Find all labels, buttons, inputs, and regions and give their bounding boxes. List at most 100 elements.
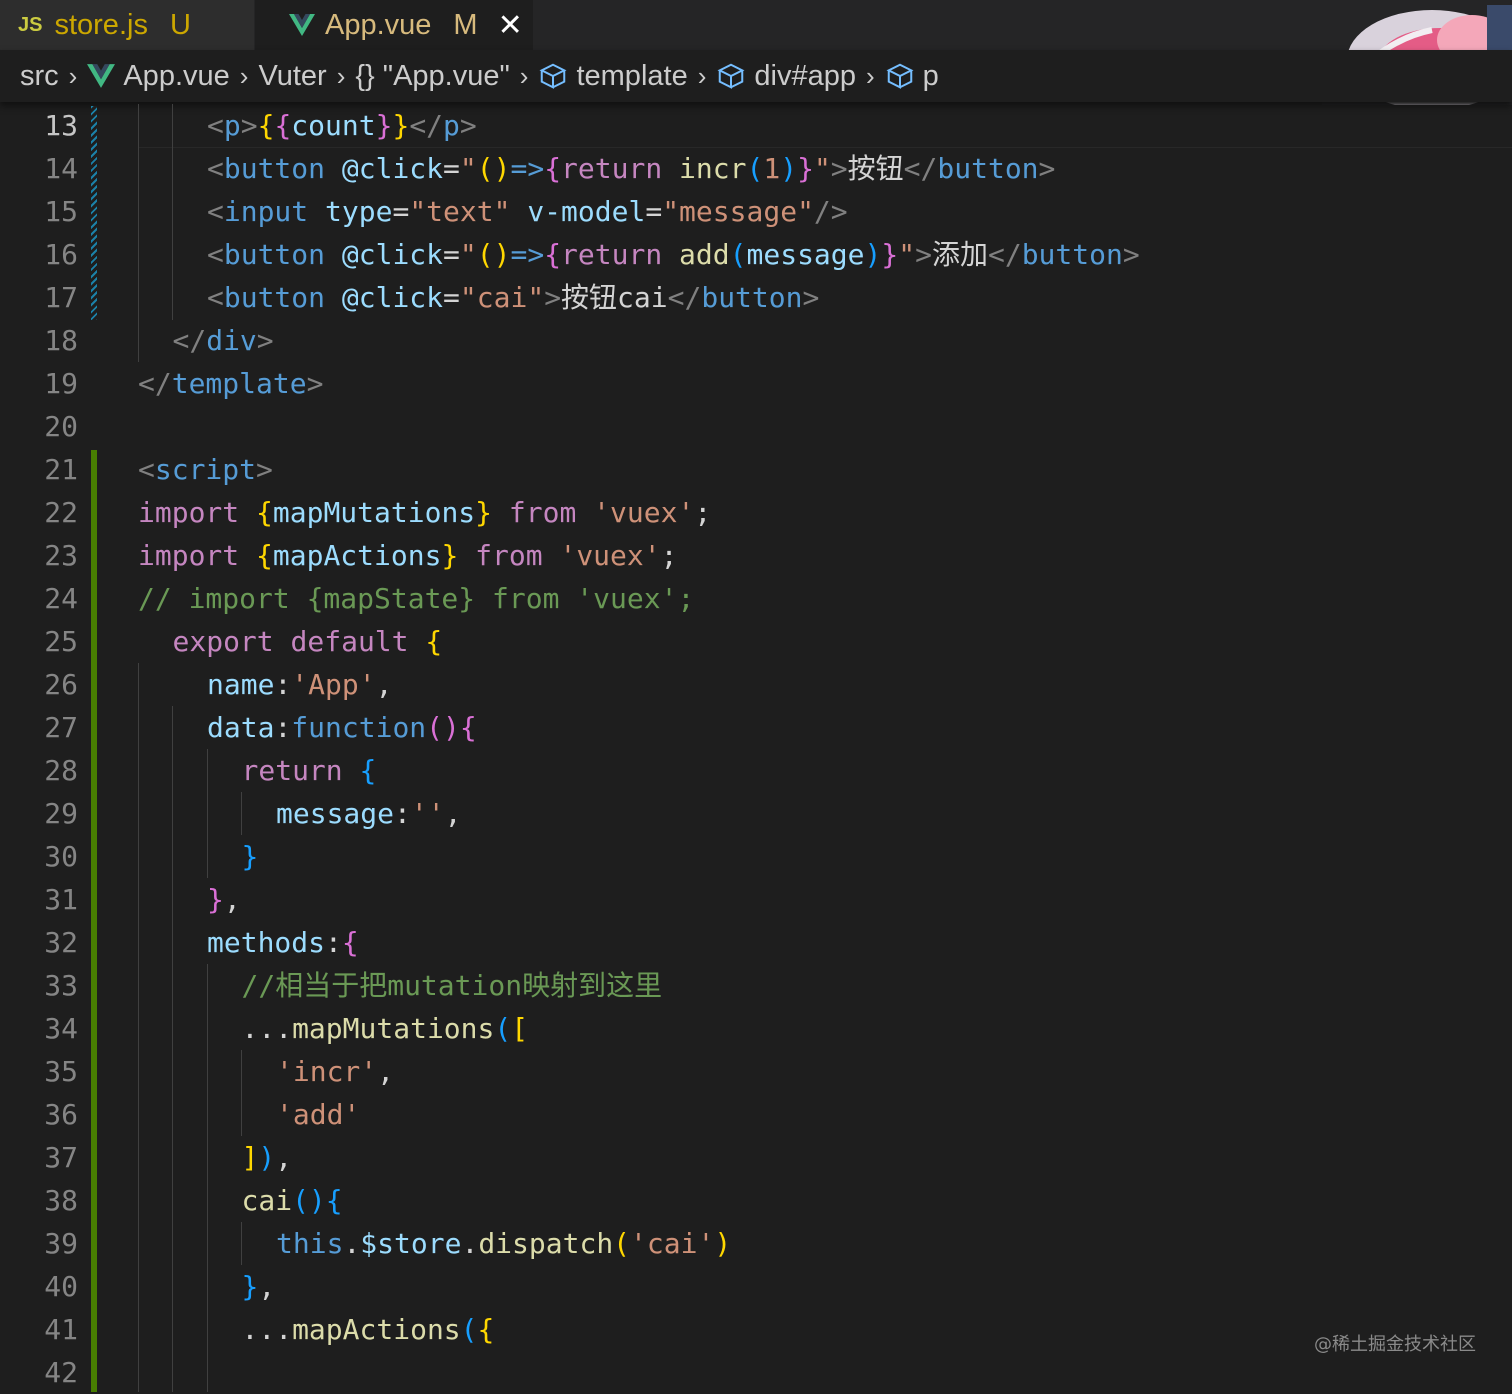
line-number: 31 [44,883,78,916]
code-line[interactable]: 40}, [0,1265,1512,1308]
code-token: function [291,711,427,744]
code-token: "text" [409,195,511,228]
line-number: 39 [44,1227,78,1260]
breadcrumb-item-template[interactable]: template [538,59,688,93]
code-token: // import {mapState} from 'vuex'; [138,582,695,615]
code-token: > [256,324,274,357]
code-line[interactable]: 31}, [0,878,1512,921]
code-line[interactable]: 24 // import {mapState} from 'vuex'; [0,577,1512,620]
code-token: { [257,109,275,142]
code-line[interactable]: 13 <p>{{count}}</p> [0,104,1512,147]
line-number: 32 [44,926,78,959]
code-line[interactable]: 16 <button @click="()=>{return add(messag… [0,233,1512,276]
line-number: 34 [44,1012,78,1045]
code-line[interactable]: 37]), [0,1136,1512,1179]
code-line[interactable]: 27 data:function(){ [0,706,1512,749]
code-text: ]), [242,1136,293,1179]
code-text: <script> [138,448,273,491]
code-token: button [223,281,326,314]
code-line[interactable]: 34 ...mapMutations([ [0,1007,1512,1050]
code-line[interactable]: 17 <button @click="cai">按钮cai</button> [0,276,1512,319]
code-token: 按钮 [847,152,904,185]
code-line[interactable]: 30} [0,835,1512,878]
breadcrumb-item-div-app[interactable]: div#app [716,60,856,93]
code-token: { [477,1313,495,1346]
code-token: " [459,238,477,271]
vue-file-icon [87,64,116,88]
code-line[interactable]: 18 </div> [0,319,1512,362]
code-line[interactable]: 38 cai(){ [0,1179,1512,1222]
code-line[interactable]: 21 <script> [0,448,1512,491]
code-token: } [207,883,224,916]
tab-store-js[interactable]: JS store.js U [0,0,254,50]
code-token: () [292,1184,326,1217]
code-token: { [256,496,273,529]
breadcrumb-item-src[interactable]: src [20,60,59,93]
code-text: }, [242,1265,276,1308]
code-editor[interactable]: 13 <p>{{count}}</p> 14 <button @click="()=>… [0,104,1512,1392]
code-line[interactable]: 26 name:'App', [0,663,1512,706]
code-token: > [1038,152,1056,185]
code-line[interactable]: 22 import {mapMutations} from 'vuex'; [0,491,1512,534]
code-token: : [394,797,411,830]
breadcrumb-label: template [576,59,688,92]
code-text: ...mapActions({ [242,1308,495,1351]
code-line[interactable]: 19 </template> [0,362,1512,405]
code-token: script [154,453,257,486]
code-token: > [459,109,477,142]
code-line[interactable]: 33 //相当于把mutation映射到这里 [0,964,1512,1007]
code-token: } [475,496,493,529]
chevron-right-icon: › [865,60,875,91]
line-number: 28 [44,754,78,787]
code-line[interactable]: 15 <input type="text" v-model="message"/> [0,190,1512,233]
code-token: @click [341,152,444,185]
code-token: ( [729,238,747,271]
code-text: <button @click="()=>{return incr(1)}">按钮… [207,147,1055,190]
breadcrumb-item-module[interactable]: {} "App.vue" [355,60,509,93]
breadcrumb-item-p[interactable]: p [885,60,939,93]
code-token: { [425,625,443,658]
code-token: 'vuex' [576,496,695,529]
code-line[interactable]: 35 'incr', [0,1050,1512,1093]
code-token: { [325,1184,343,1217]
code-line[interactable]: 14 <button @click="()=>{return incr(1)}">… [0,147,1512,190]
code-token: > [802,281,820,314]
code-token: ( [746,152,764,185]
chevron-right-icon: › [239,60,249,91]
code-line[interactable]: 36 'add' [0,1093,1512,1136]
breadcrumb-item-vuter[interactable]: Vuter [258,60,326,93]
code-text: </div> [173,319,274,362]
code-token: data [207,711,275,744]
code-line[interactable]: 39 this.$store.dispatch('cai') [0,1222,1512,1265]
line-number: 19 [44,367,78,400]
tab-app-vue[interactable]: App.vue M ✕ [255,0,533,50]
code-line[interactable]: 42 [0,1351,1512,1394]
code-token: button [1021,238,1123,271]
code-line[interactable]: 32 methods:{ [0,921,1512,964]
code-text: return { [242,749,377,792]
code-token: 1 [763,152,781,185]
code-token: cai [241,1184,293,1217]
breadcrumb-label: App.vue [123,59,230,92]
code-token: > [544,281,562,314]
code-token: </ [409,109,444,142]
code-token: return [561,238,663,271]
breadcrumb-label: src [20,59,59,92]
code-line[interactable]: 29 message:'', [0,792,1512,835]
code-line[interactable]: 20 [0,405,1512,448]
code-line[interactable]: 25 export default { [0,620,1512,663]
code-token: { [544,238,562,271]
code-token: < [207,109,224,142]
code-line[interactable]: 28 return { [0,749,1512,792]
line-number: 30 [44,840,78,873]
code-line[interactable]: 23 import {mapActions} from 'vuex'; [0,534,1512,577]
code-token: ( [460,1313,478,1346]
breadcrumb-item-app-vue[interactable]: App.vue [87,59,230,93]
close-icon[interactable]: ✕ [498,8,523,43]
code-line[interactable]: 41 ...mapActions({ [0,1308,1512,1351]
line-number: 21 [44,453,78,486]
modified-badge: M [453,8,478,41]
